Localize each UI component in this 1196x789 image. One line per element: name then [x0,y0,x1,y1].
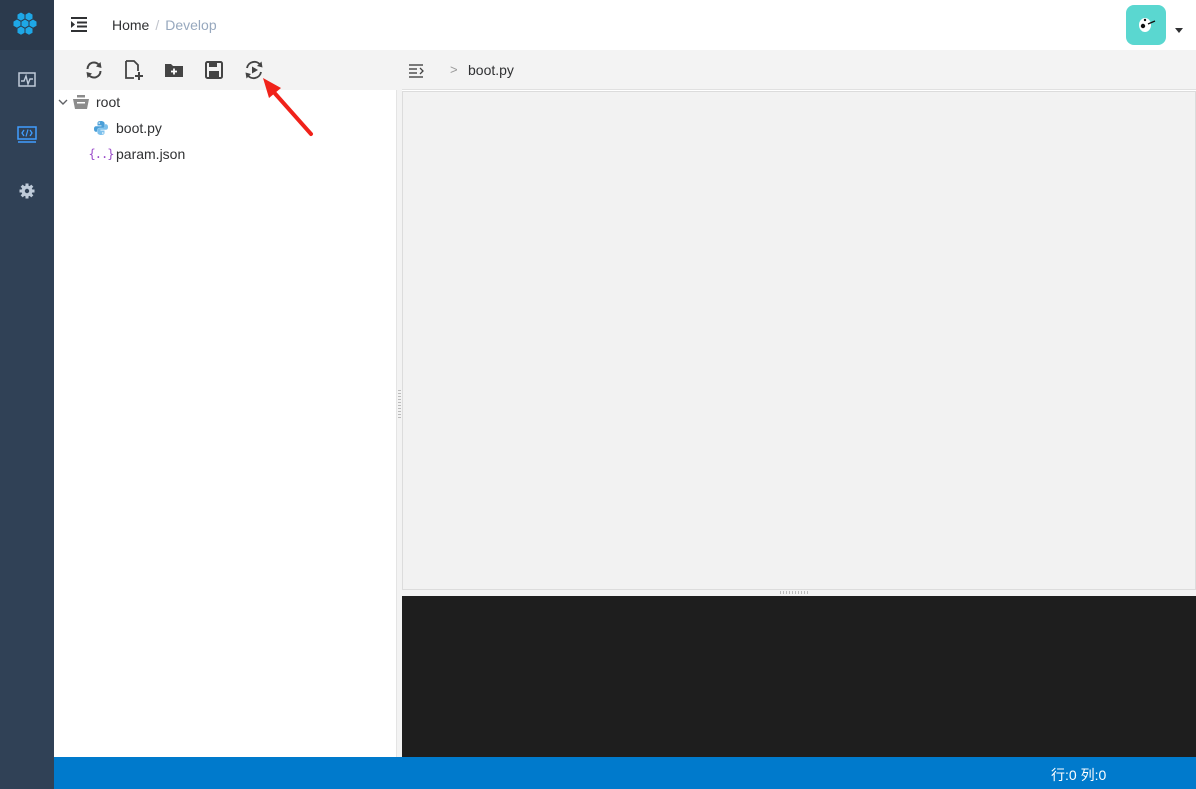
tree-node-label: boot.py [116,120,162,136]
save-button[interactable] [202,58,226,82]
user-avatar[interactable] [1126,5,1166,45]
splitter-grip[interactable] [398,390,401,420]
splitter-grip[interactable] [780,591,810,594]
explorer-toolbar [54,50,397,90]
new-folder-button[interactable] [162,58,186,82]
new-file-icon [125,60,143,80]
avatar-image-icon [1139,18,1156,32]
new-file-button[interactable] [122,58,146,82]
breadcrumb: Home / Develop [112,17,217,33]
terminal-panel[interactable] [402,596,1196,757]
nav-develop[interactable] [0,107,54,163]
status-bar: 行:0 列:0 [54,757,1196,789]
outline-list-icon [409,64,424,78]
refresh-icon [86,61,102,79]
hexagon-cluster-logo [12,11,38,36]
folder-basket-icon [72,93,90,111]
breadcrumb-chevron-icon: > [450,62,458,77]
open-file-tab[interactable]: boot.py [468,62,514,78]
cursor-position: 行:0 列:0 [1051,767,1107,783]
gear-icon [19,183,35,199]
json-icon: {..} [88,147,115,161]
sidebar-toggle-button[interactable] [70,15,88,33]
tree-node-param-json[interactable]: {..} param.json [88,141,186,167]
chevron-down-icon[interactable] [54,98,72,106]
activity-monitor-icon [18,72,36,87]
user-menu-caret-icon[interactable] [1175,28,1183,33]
refresh-button[interactable] [82,58,106,82]
nav-monitor[interactable] [0,52,54,108]
breadcrumb-separator: / [155,17,160,33]
outline-toggle-button[interactable] [408,62,426,78]
save-icon [205,61,223,79]
breadcrumb-current: Develop [165,17,217,33]
annotation-arrow [263,78,313,136]
file-explorer: root boot.py {..} param.json [54,50,397,757]
app-logo[interactable] [0,0,54,50]
side-nav-rail [0,0,54,789]
breadcrumb-home[interactable]: Home [112,17,149,33]
tree-node-root[interactable]: root [54,89,120,115]
top-header: Home / Develop [54,0,1196,50]
editor-breadcrumb-bar: > boot.py [402,50,1196,90]
tree-node-boot-py[interactable]: boot.py [92,115,162,141]
python-icon [92,119,110,137]
menu-fold-icon [71,17,87,32]
tree-node-label: param.json [116,146,186,162]
nav-settings[interactable] [0,163,54,219]
code-editor-area[interactable] [402,91,1196,590]
tree-node-label: root [96,94,121,110]
code-editor-icon [17,126,37,143]
new-folder-icon [165,64,183,77]
